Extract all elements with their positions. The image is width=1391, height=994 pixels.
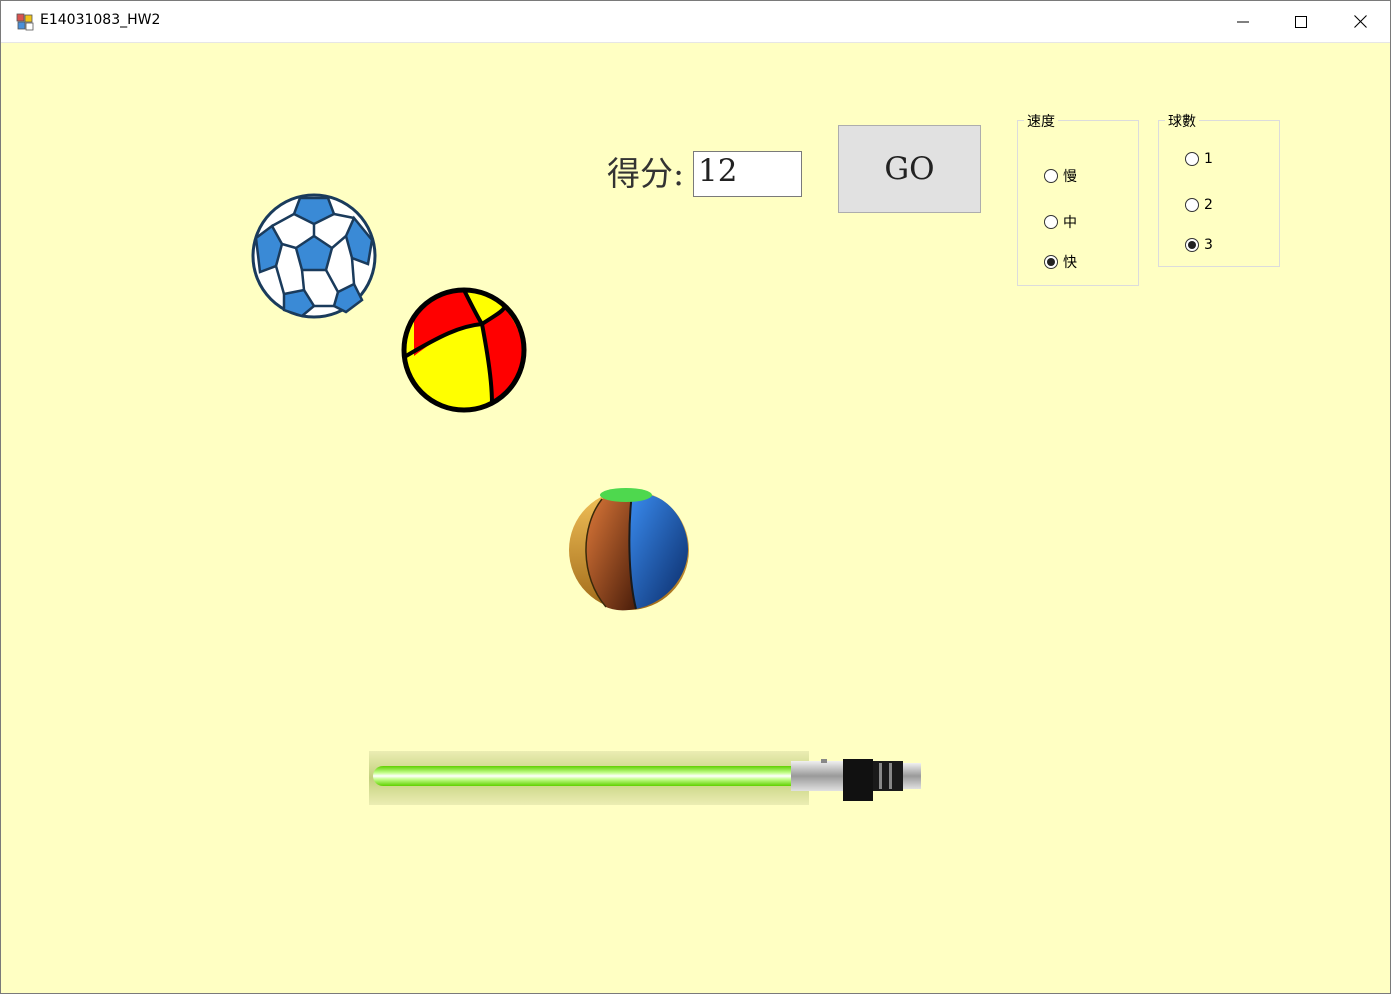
minimize-icon	[1237, 16, 1249, 28]
title-bar[interactable]: E14031083_HW2	[1, 1, 1390, 43]
radio-button-selected[interactable]	[1044, 255, 1058, 269]
count-option-3[interactable]: 3	[1185, 237, 1213, 253]
count-option-1[interactable]: 1	[1185, 151, 1213, 167]
ball-count-group-title: 球數	[1165, 111, 1199, 131]
radio-button[interactable]	[1044, 169, 1058, 183]
radio-label: 快	[1063, 255, 1077, 271]
maximize-icon	[1295, 15, 1307, 28]
soccer-ball-icon	[251, 193, 377, 319]
app-icon	[16, 13, 34, 31]
lightsaber-icon[interactable]	[369, 751, 923, 805]
radio-label: 1	[1204, 151, 1213, 167]
speed-option-fast[interactable]: 快	[1044, 252, 1077, 272]
radio-button[interactable]	[1044, 215, 1058, 229]
beach-ball-red-yellow-icon	[401, 287, 527, 413]
radio-label: 3	[1204, 237, 1213, 253]
ball-count-groupbox: 球數 1 2 3	[1158, 111, 1280, 267]
radio-label: 2	[1204, 197, 1213, 213]
beach-ball-multicolor-icon	[569, 488, 689, 611]
radio-label: 中	[1063, 215, 1077, 231]
app-window: E14031083_HW2 得分: 12 GO 速度 慢 中 快 球數 1 2 …	[0, 0, 1391, 994]
count-option-2[interactable]: 2	[1185, 197, 1213, 213]
score-value: 12	[698, 153, 738, 189]
radio-button[interactable]	[1185, 152, 1199, 166]
speed-option-medium[interactable]: 中	[1044, 212, 1077, 232]
minimize-button[interactable]	[1214, 1, 1272, 42]
close-button[interactable]	[1331, 1, 1389, 42]
close-icon	[1353, 15, 1367, 28]
game-area[interactable]: 得分: 12 GO 速度 慢 中 快 球數 1 2 3	[1, 43, 1390, 993]
radio-button[interactable]	[1185, 198, 1199, 212]
score-label: 得分:	[607, 154, 685, 193]
radio-button-selected[interactable]	[1185, 238, 1199, 252]
window-title: E14031083_HW2	[40, 12, 161, 28]
maximize-button[interactable]	[1272, 1, 1330, 42]
radio-label: 慢	[1063, 169, 1077, 185]
score-field[interactable]: 12	[693, 151, 802, 197]
speed-option-slow[interactable]: 慢	[1044, 166, 1077, 186]
speed-group-title: 速度	[1024, 111, 1058, 131]
speed-groupbox: 速度 慢 中 快	[1017, 111, 1139, 286]
go-button[interactable]: GO	[838, 125, 981, 213]
